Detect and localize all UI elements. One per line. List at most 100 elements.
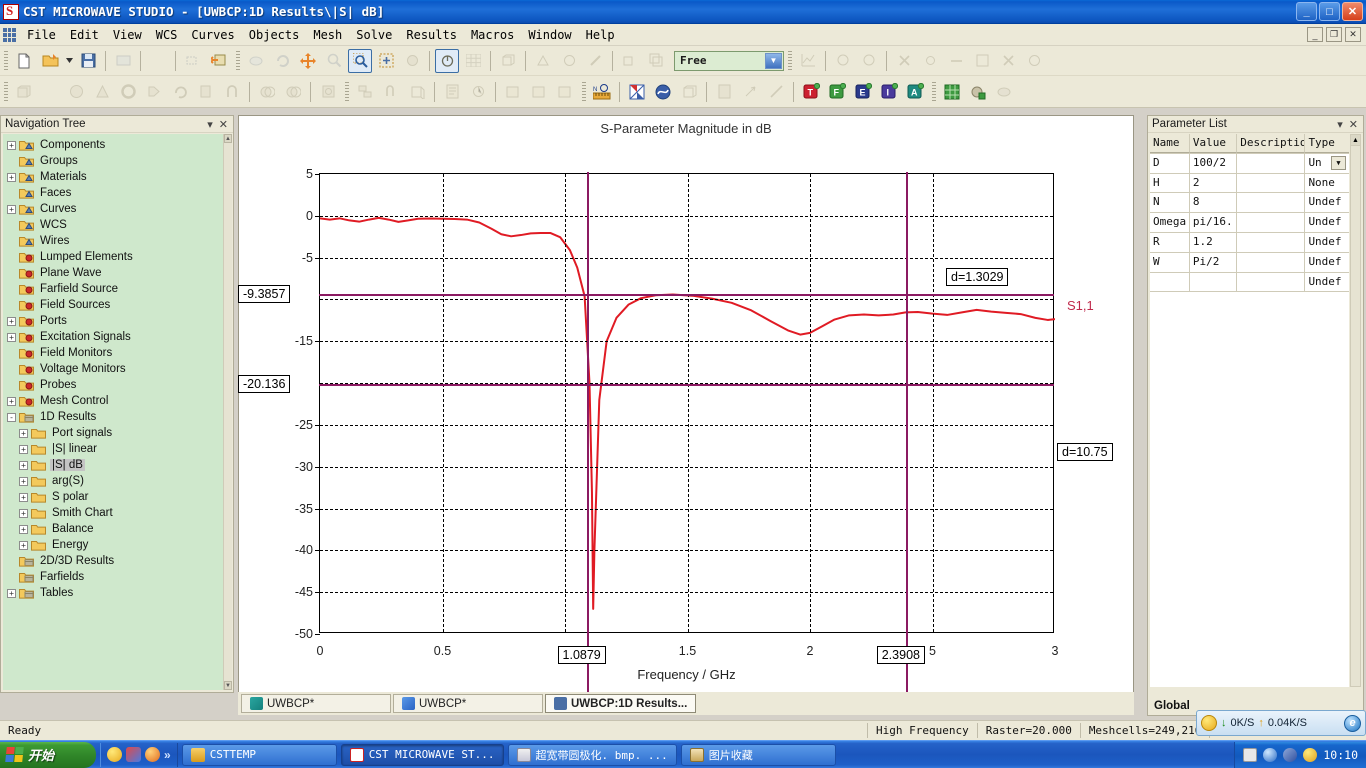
- tree-item-wires[interactable]: Wires: [7, 233, 223, 249]
- zoom-out-icon[interactable]: [322, 49, 346, 73]
- scroll-up-arrow[interactable]: ▲: [1351, 135, 1360, 146]
- eigenmode-solver-icon[interactable]: E: [851, 80, 875, 104]
- panel-minimize-icon[interactable]: ▾: [207, 118, 213, 131]
- parameter-cell-description[interactable]: [1237, 153, 1306, 173]
- expand-icon[interactable]: +: [7, 316, 16, 326]
- internet-explorer-icon[interactable]: e: [1344, 714, 1361, 732]
- volume-icon[interactable]: [1263, 747, 1278, 762]
- menu-item-solve[interactable]: Solve: [349, 26, 399, 44]
- parameter-cell-type[interactable]: Undef: [1305, 213, 1349, 232]
- blend-edges-icon[interactable]: [379, 80, 403, 104]
- tree-item-materials[interactable]: + Materials: [7, 169, 223, 185]
- tree-item-s-polar[interactable]: + S polar: [7, 489, 223, 505]
- asymptotic-solver-icon[interactable]: A: [903, 80, 927, 104]
- cursor-marker-horizontal[interactable]: [319, 384, 1054, 387]
- network-speed-widget[interactable]: ↓ 0K/S ↑ 0.04K/S e: [1196, 710, 1366, 736]
- parameter-row[interactable]: N 8 Undef: [1150, 193, 1349, 214]
- expand-icon[interactable]: +: [7, 204, 16, 214]
- parameter-cell-type[interactable]: Undef: [1305, 193, 1349, 212]
- expand-icon[interactable]: +: [19, 524, 28, 534]
- parameter-cell-description[interactable]: [1237, 193, 1306, 213]
- background-material-icon[interactable]: [712, 80, 736, 104]
- mdi-close-button[interactable]: ✕: [1345, 27, 1361, 42]
- material-render-icon[interactable]: [435, 48, 459, 73]
- parameter-column-name[interactable]: Name: [1150, 134, 1190, 153]
- chevron-down-icon[interactable]: ▼: [765, 52, 782, 69]
- antenna-port-icon[interactable]: [738, 80, 762, 104]
- parameter-cell-value[interactable]: 2: [1190, 173, 1238, 193]
- open-file-icon[interactable]: [38, 49, 62, 73]
- tree-item-groups[interactable]: Groups: [7, 153, 223, 169]
- keyboard-icon[interactable]: [1243, 747, 1258, 762]
- parameter-cell-value[interactable]: 1.2: [1190, 232, 1238, 252]
- cascade-windows-icon[interactable]: [553, 80, 577, 104]
- minimize-button[interactable]: _: [1296, 2, 1317, 21]
- parameter-cell-description[interactable]: [1237, 252, 1306, 272]
- sphere-shape-icon[interactable]: [38, 80, 62, 104]
- taskbar-clock[interactable]: 10:10: [1323, 748, 1358, 762]
- tree-item-farfield-source[interactable]: Farfield Source: [7, 281, 223, 297]
- cone-shape-icon[interactable]: [90, 80, 114, 104]
- antivirus-icon[interactable]: [1303, 747, 1318, 762]
- tree-item-farfields[interactable]: Farfields: [7, 569, 223, 585]
- document-tab-model[interactable]: UWBCP*: [241, 694, 391, 713]
- annotation-d-top[interactable]: d=1.3029: [946, 268, 1009, 286]
- collapse-icon[interactable]: -: [7, 412, 16, 422]
- cursor-marker-vertical[interactable]: [905, 172, 908, 692]
- expand-icon[interactable]: +: [19, 508, 28, 518]
- expand-icon[interactable]: +: [7, 332, 16, 342]
- parameter-list-scrollbar[interactable]: ▲: [1350, 134, 1361, 687]
- save-icon[interactable]: [76, 49, 100, 73]
- parameter-cell-value[interactable]: Pi/2: [1190, 252, 1238, 272]
- cylinder-shape-icon[interactable]: [64, 80, 88, 104]
- taskbar-item-csttemp[interactable]: CSTTEMP: [181, 743, 337, 766]
- tree-item-s-db[interactable]: + |S| dB: [7, 457, 223, 473]
- tree-item-smith-chart[interactable]: + Smith Chart: [7, 505, 223, 521]
- view-options-icon[interactable]: [400, 49, 424, 73]
- coordinate-mode-combo[interactable]: Free ▼: [674, 50, 784, 71]
- parameter-global-tab[interactable]: Global: [1154, 700, 1190, 712]
- boolean-add-icon[interactable]: [255, 80, 279, 104]
- cursor-marker-vertical[interactable]: [586, 172, 589, 692]
- zoom-in-icon[interactable]: [348, 48, 372, 73]
- document-tab-schematic[interactable]: UWBCP*: [393, 694, 543, 713]
- taskbar-item-bmp[interactable]: 超宽带圆极化. bmp. ...: [507, 743, 677, 766]
- global-mesh-icon[interactable]: [940, 80, 964, 104]
- frequency-solver-icon[interactable]: F: [825, 80, 849, 104]
- wcs-align-icon[interactable]: [531, 49, 555, 73]
- parameter-row[interactable]: W Pi/2 Undef: [1150, 252, 1349, 273]
- parameter-cell-description[interactable]: [1237, 213, 1306, 232]
- brick-shape-icon[interactable]: [12, 80, 36, 104]
- new-window-icon[interactable]: [501, 80, 525, 104]
- mdi-minimize-button[interactable]: _: [1307, 27, 1323, 42]
- tree-item-field-sources[interactable]: Field Sources: [7, 297, 223, 313]
- expand-icon[interactable]: +: [19, 444, 28, 454]
- marker-move-icon[interactable]: [944, 49, 968, 73]
- expand-icon[interactable]: +: [7, 172, 16, 182]
- menu-item-help[interactable]: Help: [579, 26, 622, 44]
- document-tab-results[interactable]: UWBCP:1D Results...: [545, 694, 697, 713]
- torus-shape-icon[interactable]: [116, 80, 140, 104]
- taskbar-item-pictures[interactable]: 图片收藏: [680, 743, 836, 766]
- parameter-cell-type[interactable]: Un ▼: [1305, 154, 1349, 173]
- tile-windows-icon[interactable]: [527, 80, 551, 104]
- scroll-up-arrow[interactable]: ▲: [224, 134, 232, 143]
- extrude-icon[interactable]: [142, 80, 166, 104]
- refresh-icon[interactable]: [111, 49, 135, 73]
- result-curve-icon[interactable]: [796, 49, 820, 73]
- menu-item-edit[interactable]: Edit: [63, 26, 106, 44]
- tree-item-balance[interactable]: + Balance: [7, 521, 223, 537]
- cursor-marker-horizontal-label[interactable]: -9.3857: [238, 285, 291, 304]
- parameter-cell-name[interactable]: W: [1150, 252, 1190, 272]
- tree-item-wcs[interactable]: WCS: [7, 217, 223, 233]
- cursor-marker-vertical-label[interactable]: 2.3908: [876, 646, 925, 664]
- parameter-cell-name[interactable]: H: [1150, 173, 1190, 193]
- shell-solid-icon[interactable]: [405, 80, 429, 104]
- export-icon[interactable]: [207, 49, 231, 73]
- delete-result-icon[interactable]: [892, 49, 916, 73]
- integral-solver-icon[interactable]: I: [877, 80, 901, 104]
- tree-item-2d-3d-results[interactable]: 2D/3D Results: [7, 553, 223, 569]
- expand-icon[interactable]: +: [19, 492, 28, 502]
- marker-add-icon[interactable]: [918, 49, 942, 73]
- parameter-cell-type[interactable]: Undef: [1305, 253, 1349, 272]
